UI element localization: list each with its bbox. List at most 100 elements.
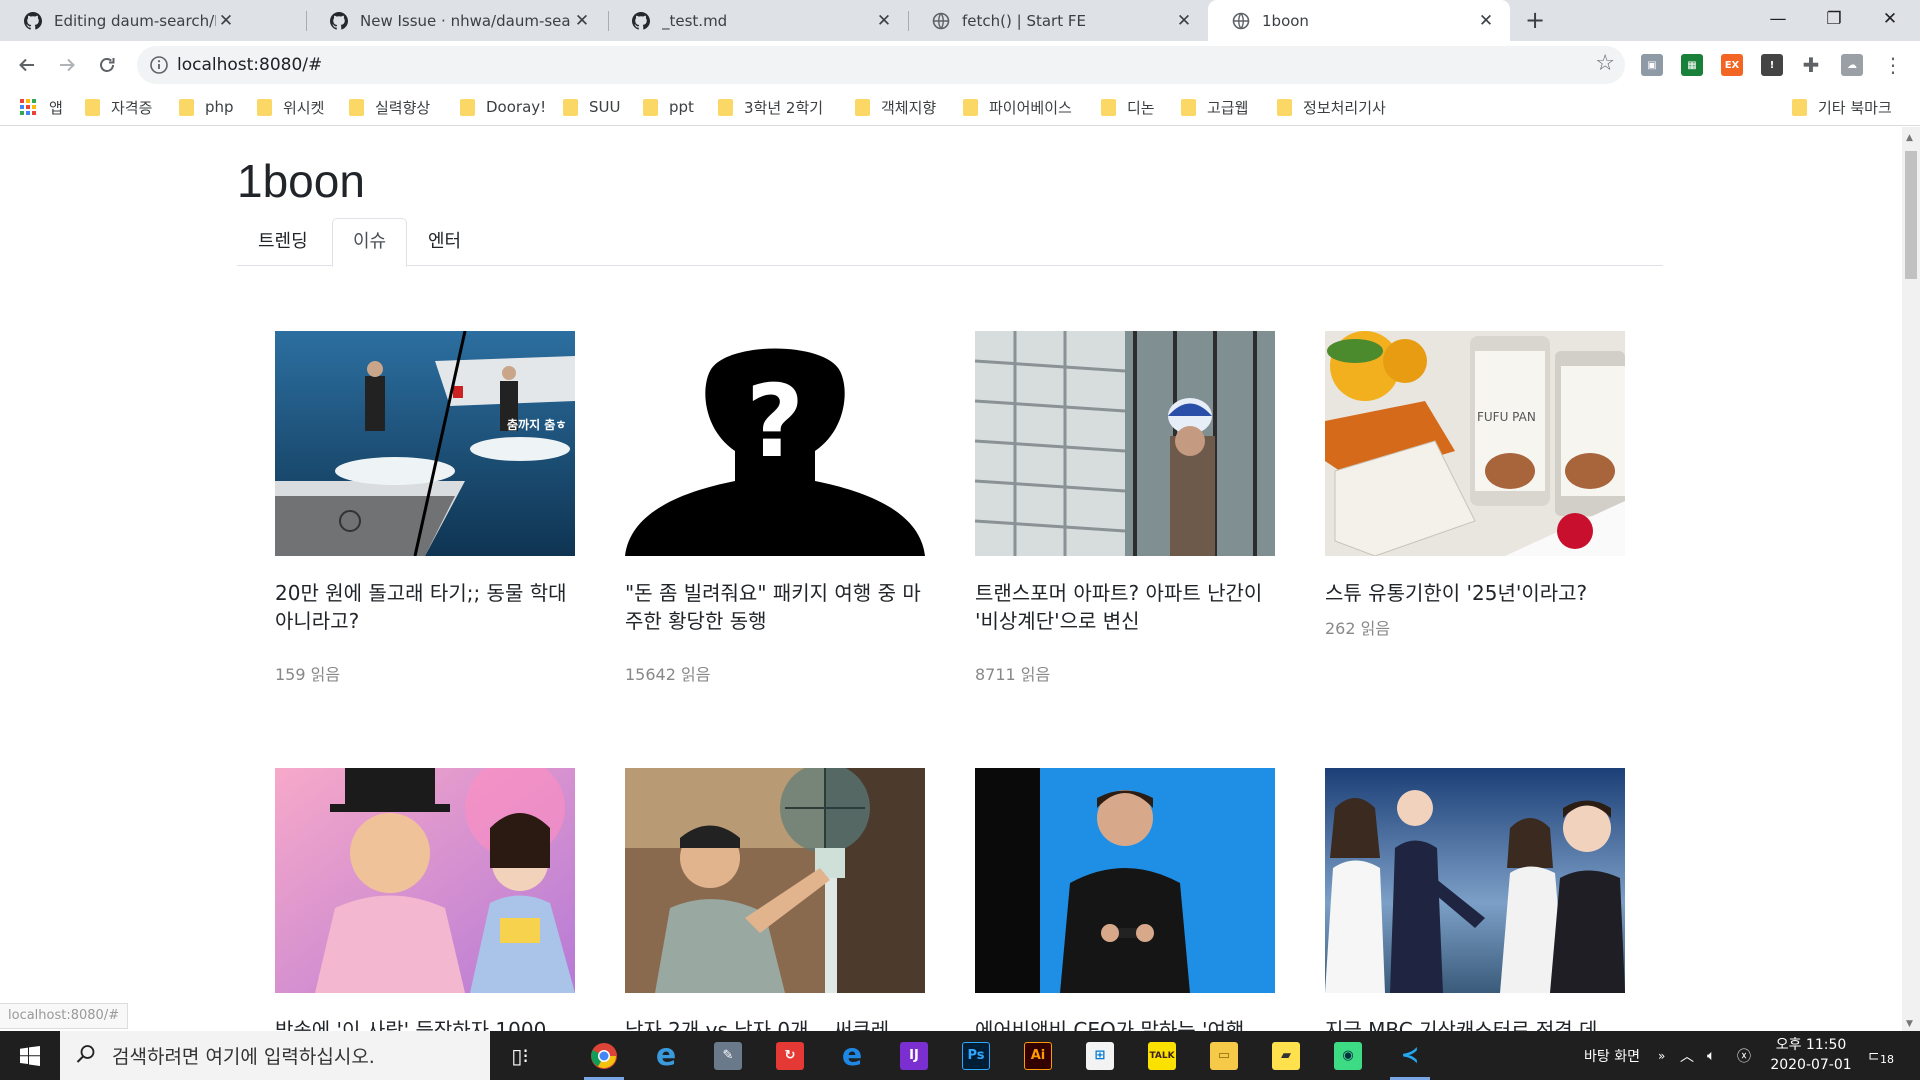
bookmark-folder[interactable]: Dooray! — [460, 94, 546, 120]
article-card[interactable]: 트랜스포머 아파트? 아파트 난간이 '비상계단'으로 변신 8711 읽음 — [975, 331, 1275, 685]
tab-readme[interactable]: Editing daum-search/README.m ✕ — [0, 0, 250, 41]
bookmark-folder[interactable]: 객체지향 — [855, 94, 936, 120]
article-card[interactable]: 에어비앤비 CEO가 말하는 '여행... — [975, 768, 1275, 1031]
edge-icon[interactable]: e — [826, 1031, 878, 1080]
card-title[interactable]: "돈 좀 빌려줘요" 패키지 여행 중 마주한 황당한 동행 — [625, 579, 925, 635]
intellij-icon[interactable]: IJ — [888, 1031, 940, 1080]
vscode-icon[interactable]: ≺ — [1384, 1031, 1436, 1080]
close-icon[interactable]: ✕ — [1174, 11, 1194, 31]
bookmark-label: Dooray! — [486, 98, 547, 116]
photoshop-icon[interactable]: Ps — [950, 1031, 1002, 1080]
hanbok-couple-photo[interactable] — [275, 768, 575, 993]
restore-icon[interactable]: ❐ — [1806, 0, 1862, 41]
tab-entertainment[interactable]: 엔터 — [407, 218, 482, 266]
tab-title: Editing daum-search/README.m — [54, 11, 216, 30]
card-title[interactable]: 방송에 '이 사람' 등장하자 1000억... — [275, 1016, 575, 1031]
close-icon[interactable]: ✕ — [1476, 11, 1496, 31]
bookmark-folder[interactable]: 파이어베이스 — [963, 94, 1072, 120]
reload-icon[interactable] — [91, 49, 123, 81]
forward-arrow-icon[interactable] — [51, 49, 83, 81]
folder-icon — [1277, 98, 1292, 116]
bookmark-folder[interactable]: 위시켓 — [257, 94, 324, 120]
article-card[interactable]: 지금 MBC 기상캐스터로 전격 데... — [1325, 768, 1625, 1031]
article-card[interactable]: ? "돈 좀 빌려줘요" 패키지 여행 중 마주한 황당한 동행 15642 읽… — [625, 331, 925, 685]
close-icon[interactable]: ✕ — [874, 11, 894, 31]
paint-icon[interactable]: ✎ — [702, 1031, 754, 1080]
tab-issue[interactable]: 이슈 — [332, 218, 408, 267]
bookmark-folder[interactable]: 고급웹 — [1181, 94, 1248, 120]
minimize-icon[interactable]: — — [1750, 0, 1806, 41]
bookmark-folder[interactable]: 3학년 2학기 — [718, 94, 823, 120]
close-window-icon[interactable]: ✕ — [1862, 0, 1918, 41]
tab-1boon[interactable]: 1boon ✕ — [1208, 0, 1510, 41]
chrome-icon[interactable] — [578, 1031, 630, 1080]
card-title[interactable]: 20만 원에 돌고래 타기;; 동물 학대 아니라고? — [275, 579, 575, 635]
bookmark-folder[interactable]: 자격증 — [85, 94, 152, 120]
card-title[interactable]: 스튜 유통기한이 '25년'이라고? — [1325, 579, 1625, 607]
task-view-icon[interactable]: ▯⁝ — [494, 1031, 546, 1080]
tab-fetch[interactable]: fetch() | Start FE ✕ — [908, 0, 1208, 41]
taskbar-search-input[interactable]: 검색하려면 여기에 입력하십시오. — [60, 1031, 490, 1080]
ex-extension-icon[interactable]: EX — [1721, 54, 1743, 76]
notification-center-icon[interactable]: ▭ 18 — [1868, 1031, 1896, 1080]
bookmark-folder[interactable]: 정보처리기사 — [1277, 94, 1386, 120]
new-tab-button[interactable]: + — [1520, 6, 1550, 36]
internet-explorer-icon[interactable]: e — [640, 1031, 692, 1080]
sheets-extension-icon[interactable]: ▦ — [1681, 54, 1703, 76]
bookmark-folder[interactable]: php — [179, 94, 234, 120]
card-title[interactable]: 지금 MBC 기상캐스터로 전격 데... — [1325, 1016, 1625, 1031]
info-icon[interactable] — [149, 55, 169, 75]
card-title[interactable]: 남자 2개 vs 남자 0개... 써큐레이... — [625, 1016, 925, 1031]
info-extension-icon[interactable]: ! — [1761, 54, 1783, 76]
weather-casters-photo[interactable] — [1325, 768, 1625, 993]
card-title[interactable]: 에어비앤비 CEO가 말하는 '여행... — [975, 1016, 1275, 1031]
bookmark-apps[interactable]: 앱 — [20, 94, 63, 120]
system-clock[interactable]: 오후 11:50 2020-07-01 — [1756, 1035, 1866, 1075]
canned-bread-photo[interactable]: FUFU PAN — [1325, 331, 1625, 556]
close-icon[interactable]: ✕ — [216, 11, 236, 31]
chevron-icon[interactable]: » — [1658, 1031, 1665, 1080]
ceo-stage-photo[interactable] — [975, 768, 1275, 993]
tab-test-md[interactable]: _test.md ✕ — [608, 0, 908, 41]
show-hidden-icons-icon[interactable]: ︿ — [1680, 1031, 1694, 1080]
network-disconnected-icon[interactable]: ⓧ — [1737, 1031, 1751, 1080]
close-icon[interactable]: ✕ — [572, 11, 592, 31]
bookmark-folder[interactable]: 디논 — [1101, 94, 1155, 120]
microsoft-store-icon[interactable]: ⊞ — [1074, 1031, 1126, 1080]
address-bar[interactable]: localhost:8080/# ☆ — [137, 46, 1625, 84]
bookmark-other[interactable]: 기타 북마크 — [1792, 94, 1892, 120]
cloud-extension-icon[interactable]: ☁ — [1841, 54, 1863, 76]
scroll-up-arrow-icon[interactable]: ▲ — [1906, 133, 1913, 143]
volume-icon[interactable]: 🔈︎ — [1707, 1031, 1715, 1080]
tab-new-issue[interactable]: New Issue · nhwa/daum-search ✕ — [306, 0, 606, 41]
card-title[interactable]: 트랜스포머 아파트? 아파트 난간이 '비상계단'으로 변신 — [975, 579, 1275, 635]
scrollbar-thumb[interactable] — [1905, 151, 1917, 279]
dolphin-show-photo[interactable]: 춤까지 춤ㅎ — [275, 331, 575, 556]
bookmark-folder[interactable]: SUU — [563, 94, 620, 120]
scroll-down-arrow-icon[interactable]: ▼ — [1906, 1019, 1913, 1029]
article-card[interactable]: 춤까지 춤ㅎ 20만 원에 돌고래 타기;; 동물 학대 아니라고? 159 읽… — [275, 331, 575, 685]
windows-start-icon[interactable] — [0, 1031, 60, 1080]
apartment-balcony-photo[interactable] — [975, 331, 1275, 556]
illustrator-icon[interactable]: Ai — [1012, 1031, 1064, 1080]
sync-app-icon[interactable]: ↻ — [764, 1031, 816, 1080]
article-card[interactable]: FUFU PAN 스튜 유통기한이 '25년'이라고? 262 읽음 — [1325, 331, 1625, 639]
desktop-toolbar-label[interactable]: 바탕 화면 — [1584, 1031, 1640, 1080]
bookmark-folder[interactable]: ppt — [643, 94, 694, 120]
back-arrow-icon[interactable] — [11, 49, 43, 81]
article-card[interactable]: 방송에 '이 사람' 등장하자 1000억... — [275, 768, 575, 1031]
sticky-notes-icon[interactable]: ▰ — [1260, 1031, 1312, 1080]
android-studio-icon[interactable]: ◉ — [1322, 1031, 1374, 1080]
article-card[interactable]: 남자 2개 vs 남자 0개... 써큐레이... — [625, 768, 925, 1031]
bookmark-folder[interactable]: 실력향상 — [349, 94, 430, 120]
page-scrollbar[interactable]: ▲ ▼ — [1902, 127, 1920, 1031]
profile-extension-icon[interactable]: ▣ — [1641, 54, 1663, 76]
electric-fan-photo[interactable] — [625, 768, 925, 993]
kakaotalk-icon[interactable]: TALK — [1136, 1031, 1188, 1080]
puzzle-extensions-icon[interactable]: ✚ — [1795, 49, 1827, 81]
tab-trending[interactable]: 트렌딩 — [237, 218, 329, 266]
file-explorer-icon[interactable]: ▭ — [1198, 1031, 1250, 1080]
bookmark-star-icon[interactable]: ☆ — [1595, 51, 1615, 76]
menu-dots-icon[interactable]: ⋮ — [1877, 49, 1909, 81]
silhouette-question-photo[interactable]: ? — [625, 331, 925, 556]
